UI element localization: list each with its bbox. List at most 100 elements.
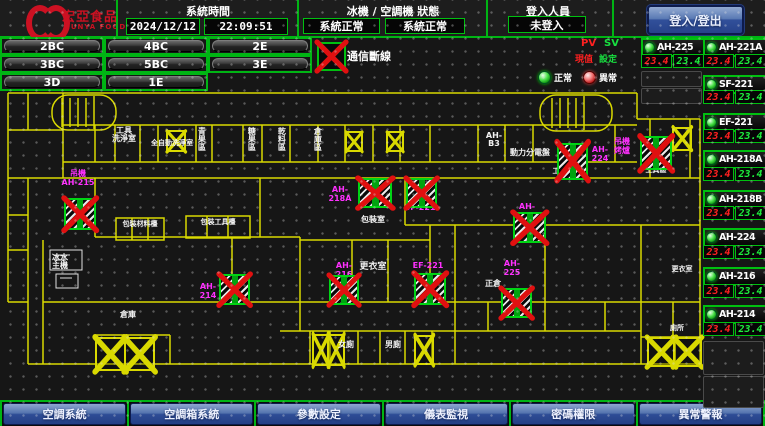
unit-button-ah-216[interactable]: AH-216	[703, 267, 765, 286]
unit-button-ah-224[interactable]: AH-224	[703, 228, 765, 247]
comm-fail-device-icon[interactable]	[406, 178, 437, 208]
room-label: 包裝室	[357, 216, 389, 224]
floor-cell: 3BC	[0, 55, 104, 73]
unit-name: AH-224	[719, 232, 755, 243]
floor-button-1e[interactable]: 1E	[108, 76, 204, 88]
nav-button-alarm[interactable]: 異常警報	[639, 403, 762, 425]
status-led	[706, 232, 717, 243]
machine-status-label: 冰機 / 空調機 狀態	[300, 3, 486, 19]
floor-button-2bc[interactable]: 2BC	[4, 40, 100, 52]
room-label: 乾料區	[277, 127, 285, 151]
comm-fail-device-icon[interactable]	[329, 275, 359, 305]
shaft-marker	[95, 337, 126, 371]
pv-cn-legend: 現值	[575, 52, 593, 65]
pv-legend: PV	[581, 38, 596, 49]
login-logout-button[interactable]: 登入/登出	[647, 5, 744, 35]
floor-cell: 2E	[208, 37, 312, 55]
comm-fail-legend-label: 通信斷線	[347, 48, 391, 64]
nav-button-ahu-system[interactable]: 空調箱系統	[130, 403, 253, 425]
unit-name: SF-221	[719, 79, 753, 90]
abnormal-legend-label: 異常	[599, 71, 617, 84]
room-label: 廁所	[667, 325, 687, 332]
room-label: 包裝工具檯	[190, 219, 246, 226]
sv-cn-legend: 設定	[599, 52, 617, 65]
unit-name: AH-214	[719, 309, 755, 320]
floor-button-2e[interactable]: 2E	[212, 40, 308, 52]
room-label: 動力分電盤	[502, 149, 558, 157]
unit-name: AH-225	[657, 42, 693, 53]
floor-button-3bc[interactable]: 3BC	[4, 58, 100, 70]
floor-button-3e[interactable]: 3E	[212, 58, 308, 70]
abnormal-legend: 異常	[583, 71, 617, 84]
status-led	[706, 154, 717, 165]
comm-fail-device-icon[interactable]	[414, 273, 446, 305]
floor-cell: 2BC	[0, 37, 104, 55]
nav-button-parameter-settings[interactable]: 參數設定	[257, 403, 380, 425]
unit-button-ah-218b[interactable]: AH-218B	[703, 190, 765, 209]
device-label: AH-225	[496, 260, 528, 278]
shaft-marker	[327, 334, 345, 366]
sv-legend: SV	[604, 38, 619, 49]
comm-fail-device-icon[interactable]	[219, 274, 250, 305]
shaft-marker	[345, 131, 363, 152]
hmi-screen: 工具 洗淨室全自動洗淨室青果區糖果區乾料區倉庫區AH-B3動力分電盤工具洗淨室工…	[0, 0, 765, 426]
unit-name: EF-221	[719, 117, 752, 128]
room-label: 冰水 主機	[50, 254, 70, 271]
room-label: 糖果區	[247, 127, 255, 151]
floor-cell: 3D	[0, 73, 104, 91]
room-label: 男廁	[383, 341, 403, 349]
room-label: 工具 洗淨室	[107, 127, 141, 144]
nav-cell: 空調系統	[0, 400, 127, 426]
unit-name: AH-218A	[719, 154, 762, 165]
nav-cell: 密碼權限	[509, 400, 636, 426]
room-label: 更衣室	[668, 266, 696, 273]
comm-fail-device-icon[interactable]	[513, 212, 546, 243]
nav-button-ac-system[interactable]: 空調系統	[3, 403, 126, 425]
comm-fail-device-icon[interactable]	[501, 288, 532, 318]
device-label: EF-221	[412, 262, 444, 271]
unit-button-sf-221[interactable]: SF-221	[703, 75, 765, 94]
unit-button-ef-221[interactable]: EF-221	[703, 113, 765, 132]
unit-name: AH-221A	[719, 42, 762, 53]
nav-button-meter-monitor[interactable]: 儀表監視	[385, 403, 508, 425]
comm-fail-device-icon[interactable]	[64, 198, 96, 230]
bottom-nav: 空調系統 空調箱系統 參數設定 儀表監視 密碼權限 異常警報	[0, 400, 765, 426]
floor-cell: 5BC	[104, 55, 208, 73]
floor-cell-empty	[208, 73, 312, 91]
device-label: AH-218A	[322, 186, 358, 204]
unit-button-ah-221a[interactable]: AH-221A	[703, 38, 765, 57]
nav-button-password-auth[interactable]: 密碼權限	[512, 403, 635, 425]
room-label: AH-B3	[481, 132, 507, 149]
shaft-marker	[386, 131, 404, 152]
system-time-value: 22:09:51	[204, 18, 288, 35]
floor-cell: 1E	[104, 73, 208, 91]
normal-legend: 正常	[538, 71, 572, 84]
comm-fail-device-icon[interactable]	[358, 178, 392, 208]
status-led	[706, 271, 717, 282]
floor-button-3d[interactable]: 3D	[4, 76, 100, 88]
floor-button-4bc[interactable]: 4BC	[108, 40, 204, 52]
shaft-marker	[673, 337, 702, 367]
shaft-marker	[672, 127, 692, 151]
status-led	[706, 79, 717, 90]
unit-button-ah-225[interactable]: AH-225	[641, 38, 706, 57]
room-label: 青果區	[197, 127, 205, 151]
unit-button-ah-218a[interactable]: AH-218A	[703, 150, 765, 169]
separator	[612, 0, 614, 36]
comm-fail-device-icon[interactable]	[640, 136, 672, 170]
status-led	[706, 194, 717, 205]
abnormal-led-icon	[583, 71, 596, 84]
room-label: 倉庫區	[313, 127, 321, 151]
shaft-marker	[124, 337, 155, 371]
device-label: 吊機 AH-215	[56, 170, 100, 188]
nav-cell: 儀表監視	[382, 400, 509, 426]
room-label: 更衣室	[356, 263, 390, 272]
floor-button-5bc[interactable]: 5BC	[108, 58, 204, 70]
shaft-marker	[647, 337, 676, 367]
floor-select-grid: 2BC 4BC 2E 3BC 5BC 3E 3D 1E	[0, 37, 312, 91]
comm-fail-device-icon[interactable]	[557, 143, 588, 180]
shaft-marker	[414, 335, 434, 365]
unit-button-ah-214[interactable]: AH-214	[703, 305, 765, 324]
system-time-label: 系統時間	[118, 3, 298, 19]
chiller-status: 系統正常	[303, 18, 380, 34]
